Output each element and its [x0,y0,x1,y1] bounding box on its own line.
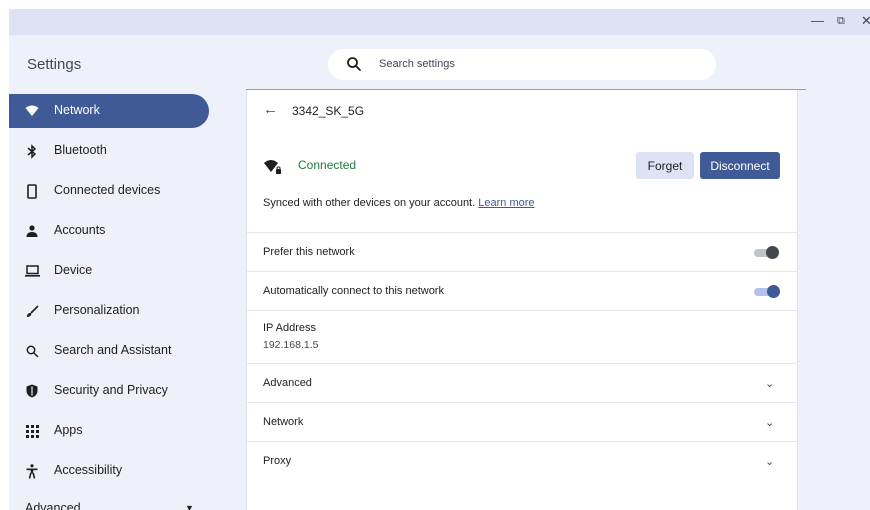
sidebar-item-label: Bluetooth [54,143,107,157]
network-detail-panel: ← 3342_SK_5G Connected Forget Disconnect… [246,90,798,510]
prefer-network-toggle[interactable] [754,246,780,259]
shield-icon [23,382,41,400]
sidebar-item-label: Accessibility [54,463,123,477]
sidebar-item-label: Connected devices [54,183,161,197]
prefer-network-label: Prefer this network [263,246,355,258]
minimize-icon[interactable]: — [811,13,824,29]
close-icon[interactable]: ✕ [861,13,870,29]
divider [247,310,797,311]
settings-window: — ⧉ ✕ Settings Search settings Network B… [9,9,870,510]
synced-note: Synced with other devices on your accoun… [263,197,535,209]
wifi-lock-icon [264,160,281,174]
sidebar-item-label: Device [54,263,93,277]
sidebar-item-security[interactable]: Security and Privacy [9,374,209,408]
sidebar-item-label: Security and Privacy [54,383,168,397]
disconnect-button[interactable]: Disconnect [700,152,780,179]
section-proxy[interactable]: Proxy [263,455,291,467]
section-network[interactable]: Network [263,416,303,428]
restore-icon[interactable]: ⧉ [837,13,845,29]
sidebar-item-label: Network [54,103,100,117]
laptop-icon [23,262,41,280]
divider [247,363,797,364]
caret-down-icon[interactable]: ▼ [185,503,194,510]
ip-address-value: 192.168.1.5 [263,339,319,351]
autoconnect-toggle[interactable] [754,285,780,298]
wifi-icon [23,102,41,120]
chevron-down-icon[interactable]: ⌄ [765,455,774,468]
section-advanced[interactable]: Advanced [263,377,312,389]
toggle-thumb [767,285,780,298]
sidebar-item-bluetooth[interactable]: Bluetooth [9,134,209,168]
toggle-thumb [766,246,779,259]
divider [247,402,797,403]
autoconnect-label: Automatically connect to this network [263,285,444,297]
bluetooth-icon [23,142,41,160]
sidebar-item-accessibility[interactable]: Accessibility [9,454,209,488]
ip-address-label: IP Address [263,322,316,334]
sidebar-item-search-assistant[interactable]: Search and Assistant [9,334,209,368]
sidebar-advanced[interactable]: Advanced [25,501,81,510]
back-arrow-icon[interactable]: ← [263,101,278,118]
brush-icon [23,302,41,320]
sidebar-item-label: Personalization [54,303,140,317]
app-title: Settings [27,56,82,73]
grid-icon [23,422,41,440]
accessibility-icon [23,462,41,480]
sidebar-item-device[interactable]: Device [9,254,209,288]
title-bar: — ⧉ ✕ [9,9,870,35]
divider [247,441,797,442]
synced-text: Synced with other devices on your accoun… [263,197,476,209]
network-name: 3342_SK_5G [292,104,365,118]
sidebar-item-personalization[interactable]: Personalization [9,294,209,328]
divider [247,271,797,272]
sidebar-item-connected-devices[interactable]: Connected devices [9,174,209,208]
person-icon [23,222,41,240]
sidebar: Network Bluetooth Connected devices Acco… [9,93,246,510]
divider [247,232,797,233]
phone-icon [23,182,41,200]
learn-more-link[interactable]: Learn more [478,197,534,209]
sidebar-item-label: Accounts [54,223,106,237]
sidebar-item-network[interactable]: Network [9,94,209,128]
sidebar-item-label: Apps [54,423,83,437]
search-icon [347,57,361,71]
sidebar-item-accounts[interactable]: Accounts [9,214,209,248]
forget-button[interactable]: Forget [636,152,694,179]
search-icon [23,342,41,360]
chevron-down-icon[interactable]: ⌄ [765,377,774,390]
sidebar-item-label: Search and Assistant [54,343,172,357]
chevron-down-icon[interactable]: ⌄ [765,416,774,429]
connection-status: Connected [298,158,357,172]
search-placeholder: Search settings [379,58,455,70]
sidebar-item-apps[interactable]: Apps [9,414,209,448]
